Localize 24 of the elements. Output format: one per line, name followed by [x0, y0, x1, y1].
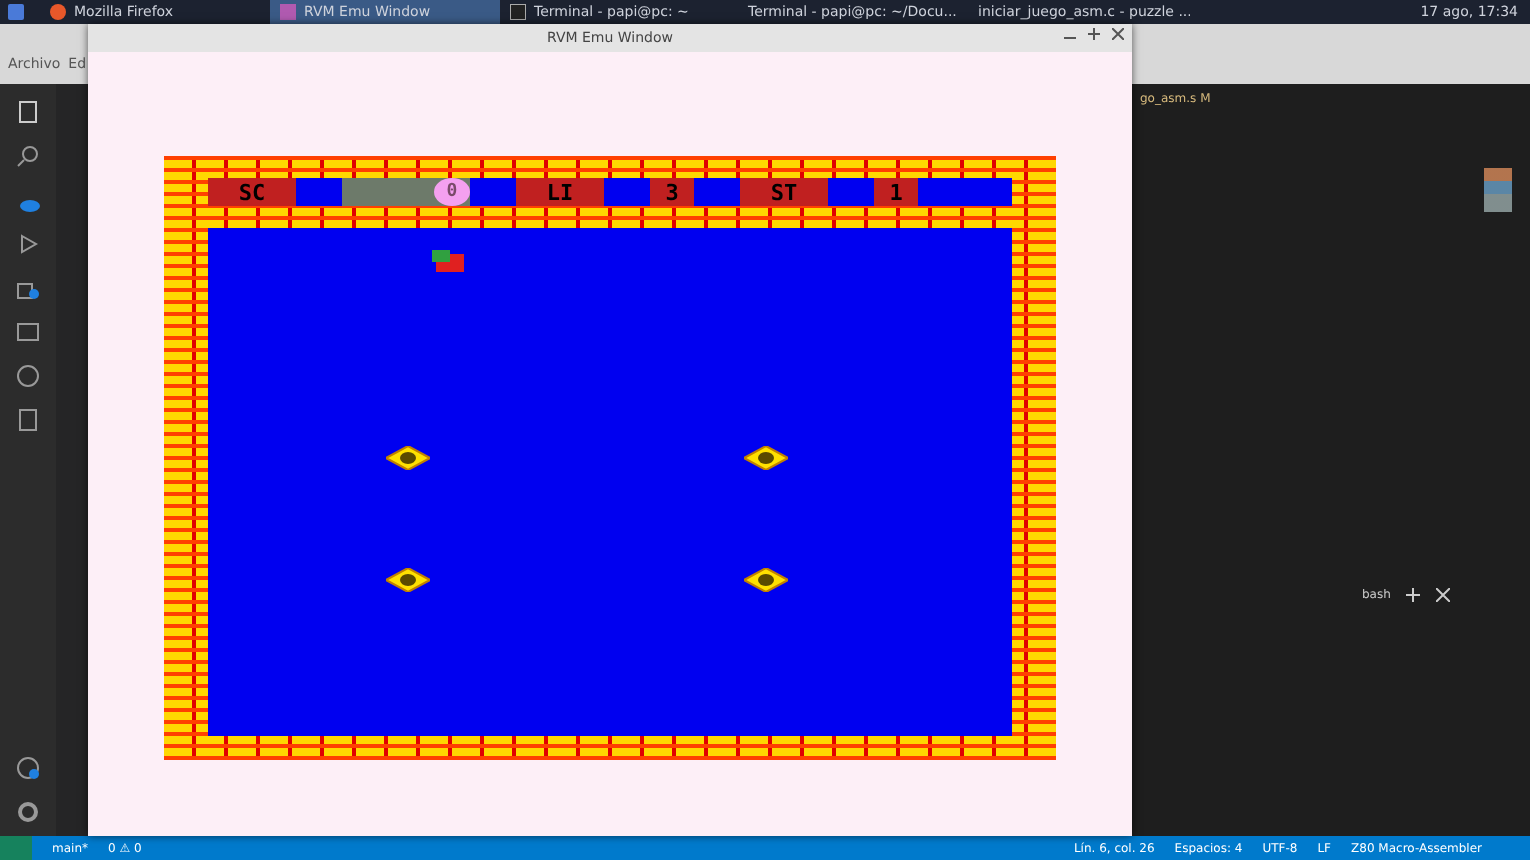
player-sprite-icon: [432, 250, 468, 274]
diamond-token-icon: [386, 446, 430, 470]
search-icon[interactable]: [16, 144, 40, 168]
hud-label: SC: [208, 178, 296, 206]
hud-label: ST: [740, 178, 828, 206]
diamond-token-icon: [744, 446, 788, 470]
run-debug-icon[interactable]: [16, 232, 40, 256]
diamond-token-icon: [744, 568, 788, 592]
terminal-icon: [510, 4, 526, 20]
document-icon[interactable]: [16, 408, 40, 432]
browser-icon: [50, 4, 66, 20]
minimap: [1484, 168, 1512, 212]
settings-icon[interactable]: [16, 800, 40, 824]
hud-value: 1: [874, 178, 918, 206]
start-menu-icon[interactable]: [8, 4, 24, 20]
maximize-icon[interactable]: [1088, 28, 1100, 40]
app-icon: [280, 4, 296, 20]
diamond-token-icon: [386, 568, 430, 592]
account-icon[interactable]: [16, 756, 40, 780]
score-value: 0: [434, 178, 470, 206]
hud-value: 3: [650, 178, 694, 206]
close-icon[interactable]: [1112, 28, 1124, 40]
plus-icon[interactable]: [1406, 588, 1421, 602]
hud-label: LI: [516, 178, 604, 206]
